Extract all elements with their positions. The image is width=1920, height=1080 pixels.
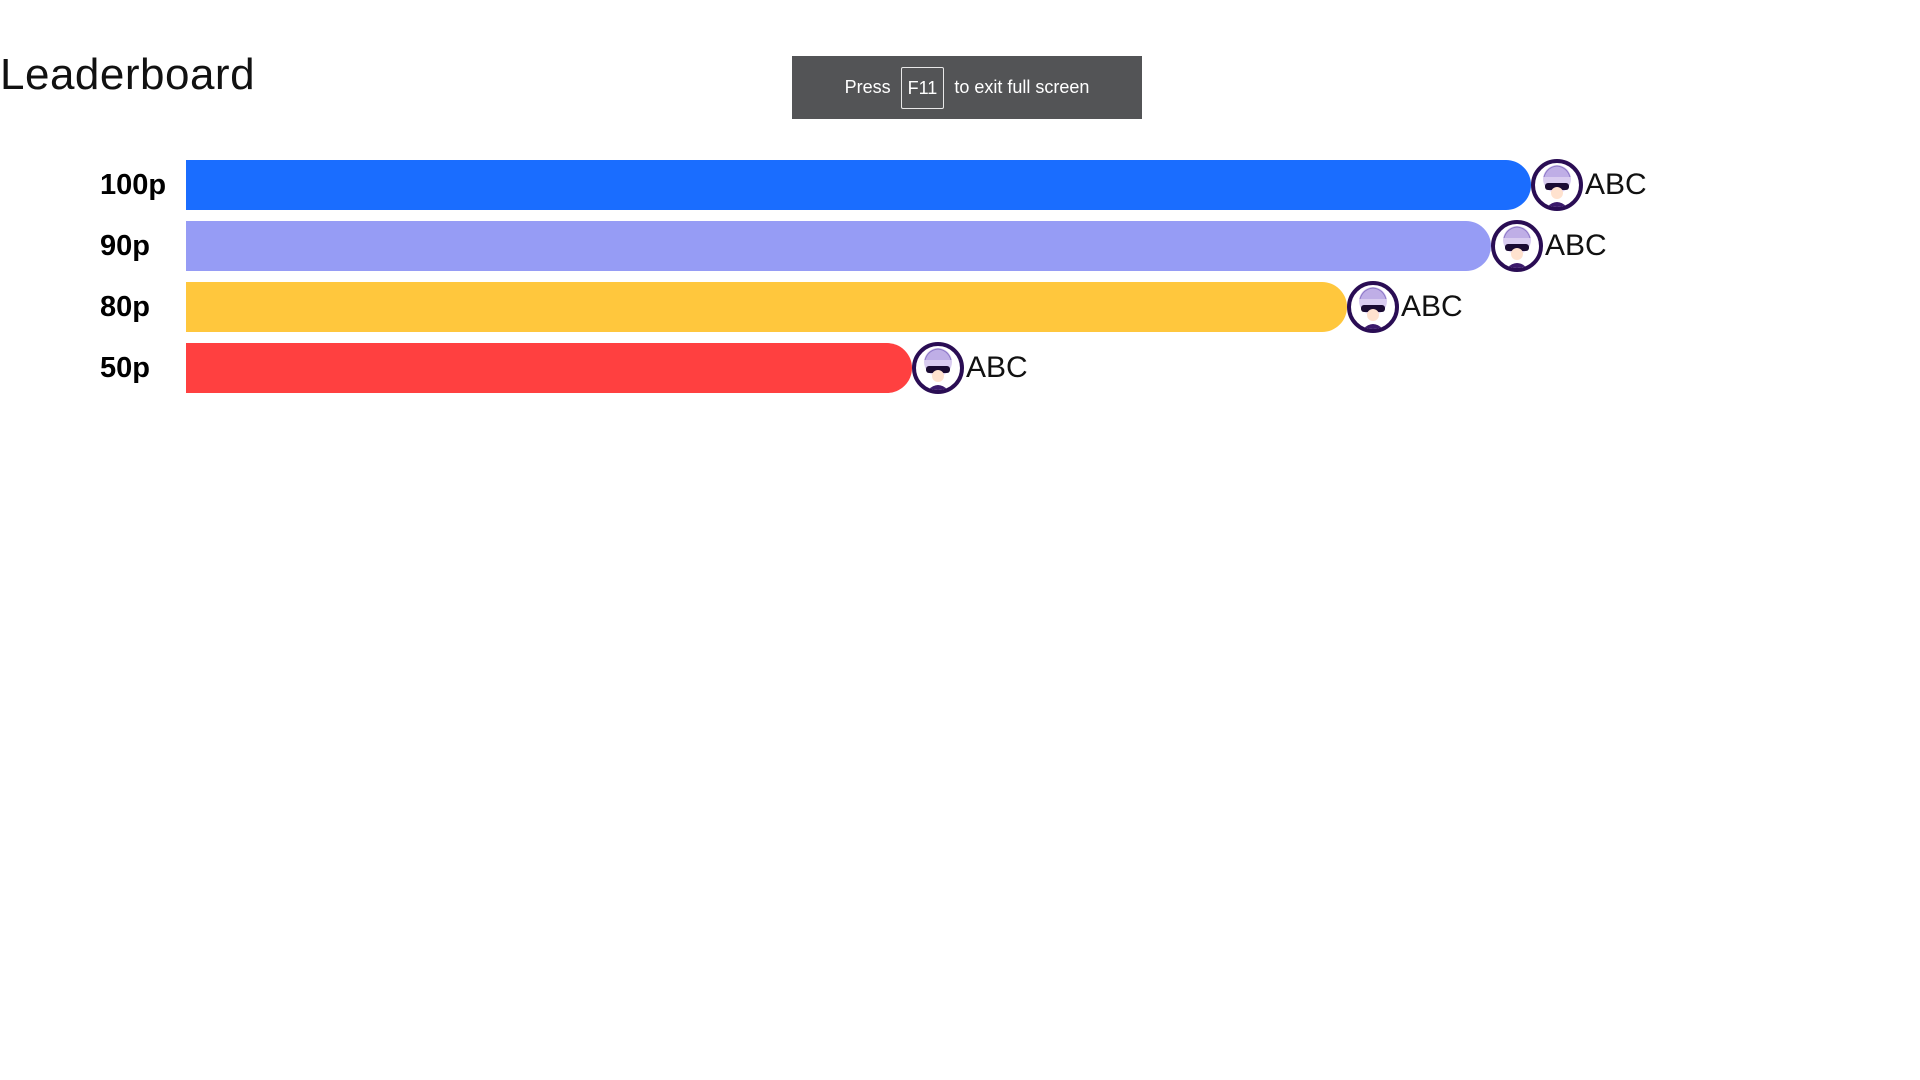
score-bar: [186, 343, 912, 393]
score-bar: [186, 160, 1531, 210]
score-label: 50p: [100, 352, 150, 384]
avatar-icon: [1531, 159, 1583, 211]
f11-key-badge: F11: [900, 66, 945, 109]
player-tag: ABC: [912, 342, 1028, 394]
score-label: 90p: [100, 230, 150, 262]
toast-message-text: to exit full screen: [954, 77, 1090, 97]
avatar-icon: [912, 342, 964, 394]
avatar-icon: [1347, 281, 1399, 333]
player-name: ABC: [1401, 290, 1463, 323]
player-name: ABC: [1585, 168, 1647, 201]
player-name: ABC: [966, 351, 1028, 384]
player-name: ABC: [1545, 229, 1607, 262]
score-label: 100p: [100, 169, 167, 201]
score-bar: [186, 221, 1491, 271]
score-label: 80p: [100, 291, 150, 323]
score-bar: [186, 282, 1347, 332]
avatar-icon: [1491, 220, 1543, 272]
fullscreen-exit-toast: Press F11 to exit full screen: [792, 56, 1142, 119]
toast-press-text: Press: [844, 77, 891, 97]
player-tag: ABC: [1347, 281, 1463, 333]
page-title: Leaderboard: [0, 50, 256, 99]
player-tag: ABC: [1531, 159, 1647, 211]
player-tag: ABC: [1491, 220, 1607, 272]
